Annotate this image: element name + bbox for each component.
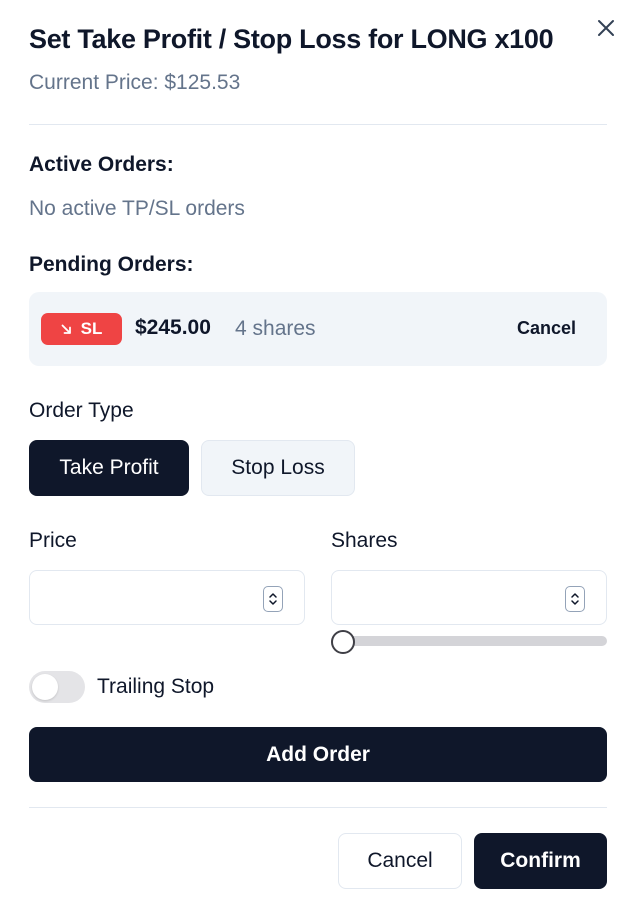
stop-loss-badge-label: SL xyxy=(80,319,103,338)
price-stepper[interactable] xyxy=(263,586,283,612)
shares-input[interactable] xyxy=(331,570,607,625)
shares-slider-track[interactable] xyxy=(331,636,607,646)
close-button[interactable] xyxy=(592,14,620,42)
pending-order-row: SL $245.00 4 shares Cancel xyxy=(29,292,607,366)
take-profit-option[interactable]: Take Profit xyxy=(29,440,189,496)
pending-order-shares: 4 shares xyxy=(235,317,316,340)
arrow-down-right-icon xyxy=(61,324,71,334)
trailing-stop-label: Trailing Stop xyxy=(97,675,215,698)
confirm-button[interactable]: Confirm xyxy=(474,833,607,889)
stop-loss-option[interactable]: Stop Loss xyxy=(201,440,355,496)
active-orders-empty-text: No active TP/SL orders xyxy=(29,197,245,220)
active-orders-heading: Active Orders: xyxy=(29,153,174,176)
close-icon xyxy=(598,20,614,36)
trailing-stop-toggle[interactable] xyxy=(29,671,85,703)
price-label: Price xyxy=(29,529,77,552)
cancel-button[interactable]: Cancel xyxy=(338,833,462,889)
pending-order-price: $245.00 xyxy=(135,316,211,339)
stepper-arrows-icon xyxy=(269,593,277,605)
dialog-title: Set Take Profit / Stop Loss for LONG x10… xyxy=(29,24,554,54)
pending-orders-heading: Pending Orders: xyxy=(29,253,194,276)
header-divider xyxy=(29,124,607,125)
current-price: Current Price: $125.53 xyxy=(29,71,241,94)
add-order-button[interactable]: Add Order xyxy=(29,727,607,782)
pending-order-cancel-button[interactable]: Cancel xyxy=(517,318,576,339)
stepper-arrows-icon xyxy=(571,593,579,605)
shares-slider-thumb[interactable] xyxy=(331,630,355,654)
shares-label: Shares xyxy=(331,529,398,552)
price-input[interactable] xyxy=(29,570,305,625)
toggle-knob xyxy=(32,674,58,700)
order-type-label: Order Type xyxy=(29,399,134,422)
shares-stepper[interactable] xyxy=(565,586,585,612)
stop-loss-badge: SL xyxy=(41,313,122,345)
footer-divider xyxy=(29,807,607,808)
